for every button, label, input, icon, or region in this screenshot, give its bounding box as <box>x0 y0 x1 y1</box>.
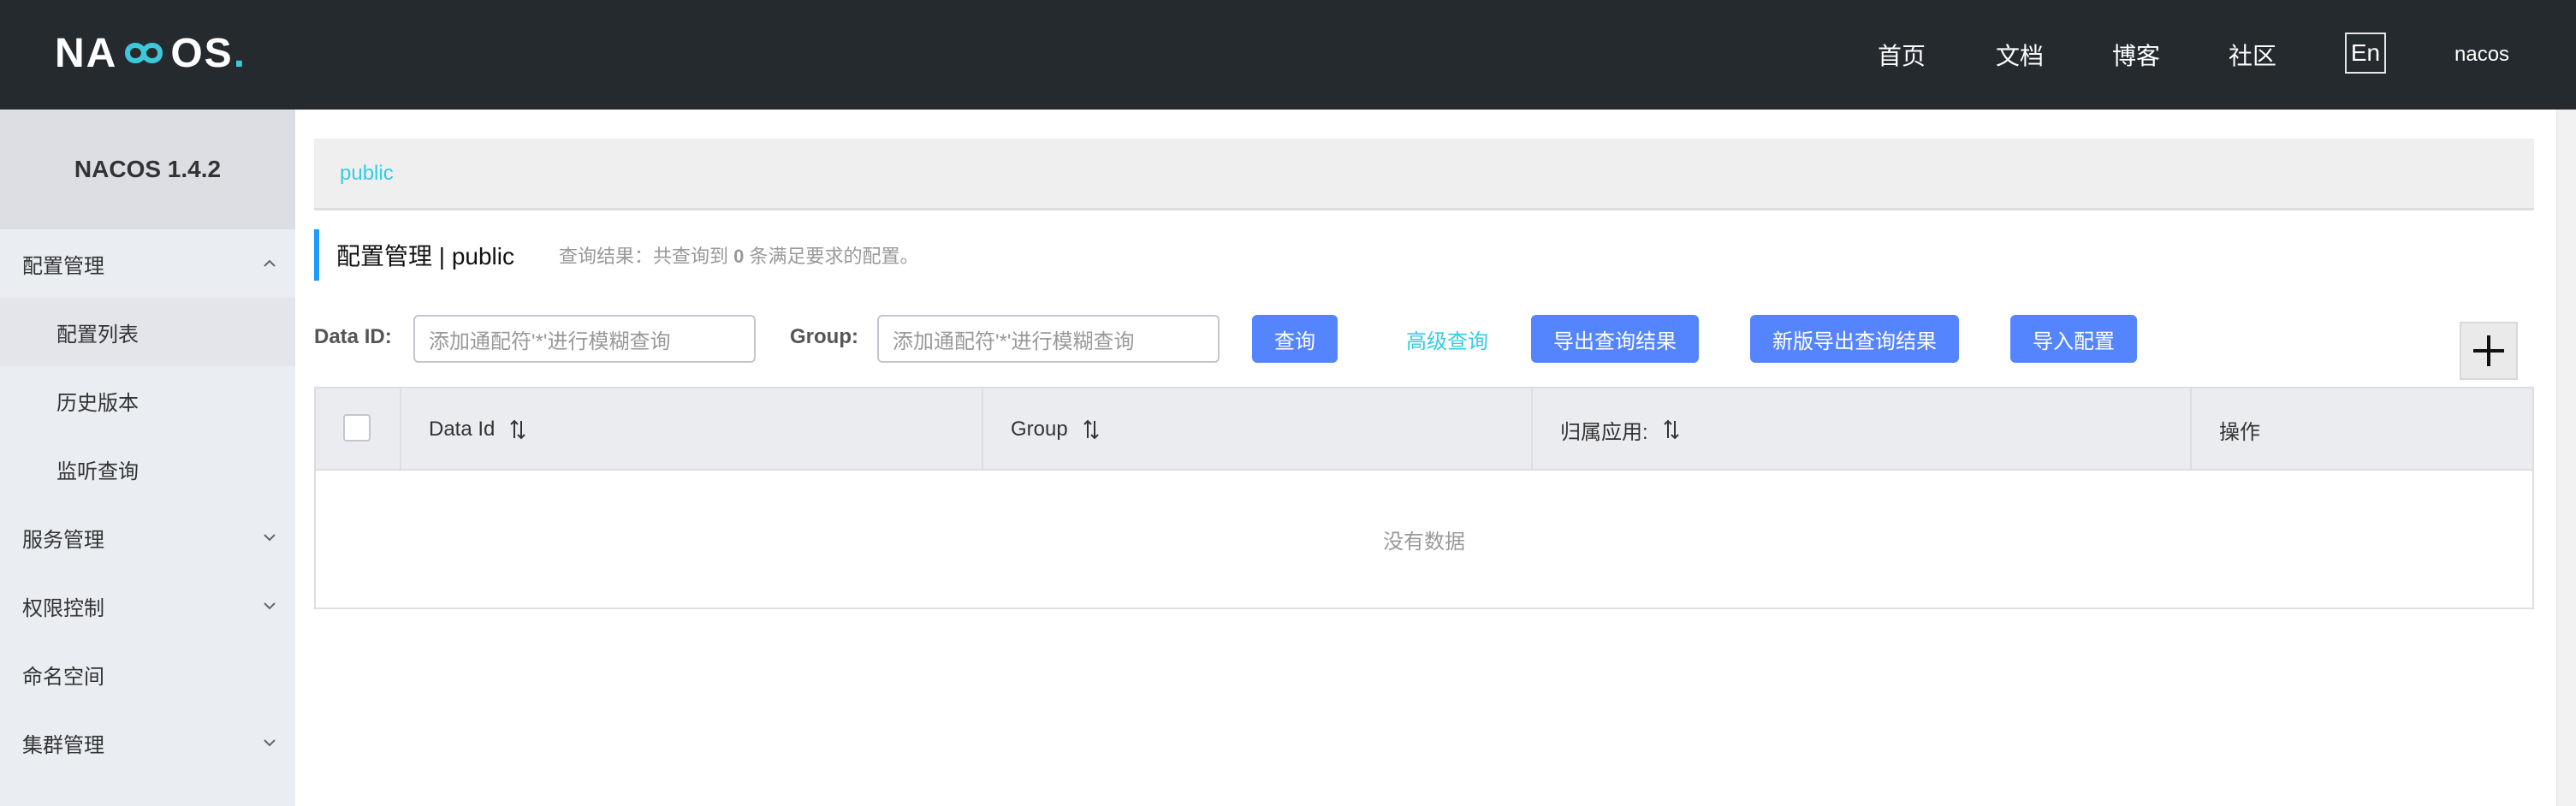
sort-icon[interactable] <box>508 418 527 442</box>
plus-icon <box>2473 335 2504 366</box>
sidebar-item-cluster-management[interactable]: 集群管理 <box>0 708 295 777</box>
column-header-group[interactable]: Group <box>983 388 1533 471</box>
export-results-new-button[interactable]: 新版导出查询结果 <box>1750 315 1959 363</box>
nav-community[interactable]: 社区 <box>2229 0 2276 110</box>
sidebar-item-listener-query[interactable]: 监听查询 <box>0 435 295 503</box>
import-config-button[interactable]: 导入配置 <box>2010 315 2137 363</box>
data-id-input[interactable]: 添加通配符'*'进行模糊查询 <box>413 315 756 363</box>
table-empty-message: 没有数据 <box>1383 530 1465 554</box>
query-button[interactable]: 查询 <box>1252 315 1338 363</box>
sort-icon[interactable] <box>1082 418 1101 442</box>
result-count: 0 <box>733 246 745 267</box>
page-scrollbar[interactable] <box>2556 110 2576 806</box>
nav-home[interactable]: 首页 <box>1878 0 1926 110</box>
export-results-button[interactable]: 导出查询结果 <box>1531 315 1699 363</box>
page-title-row: 配置管理 | public 查询结果：共查询到 0 条满足要求的配置。 <box>314 229 919 281</box>
advanced-query-link[interactable]: 高级查询 <box>1406 315 1488 363</box>
group-input[interactable]: 添加通配符'*'进行模糊查询 <box>877 315 1220 363</box>
logo-text-right: OS <box>170 30 234 76</box>
nav-docs[interactable]: 文档 <box>1996 0 2044 110</box>
column-header-actions: 操作 <box>2219 420 2260 444</box>
logo-infinity-icon <box>119 36 169 70</box>
top-header: NA OS . 首页 文档 博客 社区 En nacos <box>0 0 2576 110</box>
sidebar: NACOS 1.4.2 配置管理 配置列表 历史版本 监听查询 服务管理 权限控… <box>0 110 295 806</box>
namespace-bar: public <box>314 139 2534 210</box>
chevron-down-icon <box>264 602 276 610</box>
user-menu[interactable]: nacos <box>2454 0 2509 110</box>
column-header-app[interactable]: 归属应用: <box>1533 388 2192 471</box>
table-header: Data Id Group 归属应用: 操作 <box>316 388 2532 471</box>
sidebar-item-access-control[interactable]: 权限控制 <box>0 572 295 640</box>
nacos-logo[interactable]: NA OS . <box>55 29 246 77</box>
column-header-data-id[interactable]: Data Id <box>401 388 983 471</box>
nav-blog[interactable]: 博客 <box>2112 0 2160 110</box>
sidebar-item-namespace[interactable]: 命名空间 <box>0 640 295 708</box>
config-table: Data Id Group 归属应用: 操作 没有数据 <box>314 387 2534 609</box>
language-switch-button[interactable]: En <box>2345 33 2386 74</box>
sidebar-title: NACOS 1.4.2 <box>0 110 295 229</box>
data-id-label: Data ID: <box>314 325 392 348</box>
add-config-button[interactable] <box>2460 322 2518 380</box>
query-result-text: 查询结果：共查询到 0 条满足要求的配置。 <box>559 246 919 267</box>
sidebar-item-config-management[interactable]: 配置管理 <box>0 229 295 298</box>
sort-icon[interactable] <box>1662 418 1681 442</box>
logo-text-left: NA <box>55 30 118 76</box>
namespace-link-public[interactable]: public <box>340 162 394 186</box>
main-content: public 配置管理 | public 查询结果：共查询到 0 条满足要求的配… <box>295 110 2576 806</box>
logo-dot: . <box>233 30 247 76</box>
page-title: 配置管理 | public <box>336 243 514 270</box>
select-all-checkbox[interactable] <box>343 414 371 442</box>
sidebar-item-config-list[interactable]: 配置列表 <box>0 298 295 366</box>
sidebar-item-service-management[interactable]: 服务管理 <box>0 503 295 572</box>
sidebar-item-history[interactable]: 历史版本 <box>0 366 295 435</box>
select-all-cell <box>316 388 401 471</box>
chevron-down-icon <box>264 739 276 747</box>
chevron-up-icon <box>264 259 276 267</box>
chevron-down-icon <box>264 534 276 542</box>
group-label: Group: <box>790 325 858 348</box>
